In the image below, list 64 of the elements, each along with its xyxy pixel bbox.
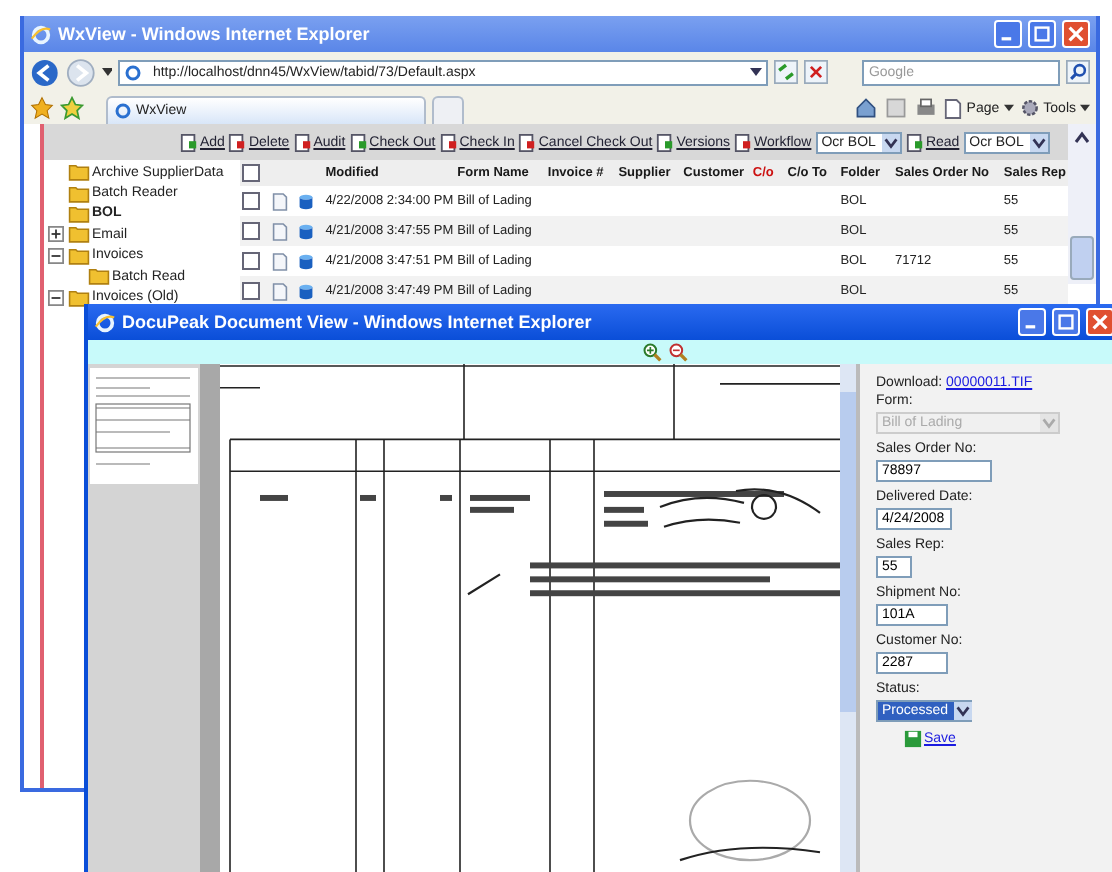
scroll-up-icon[interactable] <box>1072 128 1092 148</box>
folder-icon <box>68 183 90 204</box>
maximize-button[interactable] <box>1052 308 1080 336</box>
back-button[interactable] <box>30 57 60 87</box>
folder-icon <box>68 245 90 266</box>
expand-toggle-icon[interactable] <box>47 289 63 306</box>
zoom-out-icon[interactable] <box>667 342 687 362</box>
document-icon <box>349 133 368 151</box>
folder-icon <box>68 287 90 308</box>
caret-icon[interactable] <box>101 68 113 76</box>
maximize-icon <box>1058 314 1074 330</box>
row-checkbox[interactable] <box>242 282 260 300</box>
caret-icon <box>1003 104 1014 112</box>
expand-toggle-icon[interactable] <box>47 247 63 264</box>
document-icon <box>228 133 247 151</box>
dropdown-icon <box>954 702 973 720</box>
search-icon[interactable] <box>1065 60 1090 84</box>
row-checkbox[interactable] <box>242 192 260 210</box>
gear-icon <box>1019 98 1040 118</box>
page-thumbnail[interactable] <box>90 368 198 484</box>
scroll-thumb[interactable] <box>1070 236 1094 280</box>
close-icon <box>1068 26 1084 42</box>
star-icon[interactable] <box>30 96 54 120</box>
document-icon <box>439 133 458 151</box>
folder-icon <box>68 203 90 224</box>
minimize-button[interactable] <box>994 20 1022 48</box>
database-icon[interactable] <box>298 281 315 301</box>
dropdown-icon[interactable] <box>750 68 763 76</box>
row-checkbox[interactable] <box>242 222 260 240</box>
dropdown-icon <box>1040 414 1058 432</box>
maximize-icon <box>1034 26 1050 42</box>
document-icon <box>518 133 537 151</box>
add-favorite-icon[interactable] <box>60 96 84 120</box>
browser-logo-icon <box>94 311 116 333</box>
close-icon <box>1092 314 1108 330</box>
home-icon[interactable] <box>854 96 879 120</box>
maximize-button[interactable] <box>1028 20 1056 48</box>
close-button[interactable] <box>1086 308 1112 336</box>
dropdown-icon <box>881 133 900 151</box>
document-icon <box>180 133 198 151</box>
minimize-button[interactable] <box>1018 308 1046 336</box>
scrollbar[interactable] <box>1068 124 1096 284</box>
close-button[interactable] <box>1062 20 1090 48</box>
scrollbar[interactable] <box>840 364 856 872</box>
database-icon[interactable] <box>298 251 315 271</box>
zoom-in-icon[interactable] <box>641 342 661 362</box>
document-icon <box>656 133 675 151</box>
caret-icon <box>1080 104 1090 112</box>
close-icon[interactable] <box>804 60 829 84</box>
document-icon <box>905 133 924 151</box>
document-icon <box>293 133 312 151</box>
database-icon[interactable] <box>298 221 315 241</box>
window-title: DocuPeak Document View - Windows Internet Explorer <box>122 312 592 332</box>
folder-icon <box>68 224 90 245</box>
window-title: WxView - Windows Internet Explorer <box>58 24 370 44</box>
browser-logo-icon <box>30 23 52 45</box>
expand-toggle-icon[interactable] <box>47 226 63 243</box>
print-icon[interactable] <box>914 96 939 120</box>
dropdown-icon <box>1029 133 1048 151</box>
folder-icon <box>88 266 110 287</box>
row-checkbox[interactable] <box>242 252 260 270</box>
document-icon <box>734 133 753 151</box>
database-icon[interactable] <box>298 191 315 211</box>
select-all-checkbox[interactable] <box>242 164 260 182</box>
